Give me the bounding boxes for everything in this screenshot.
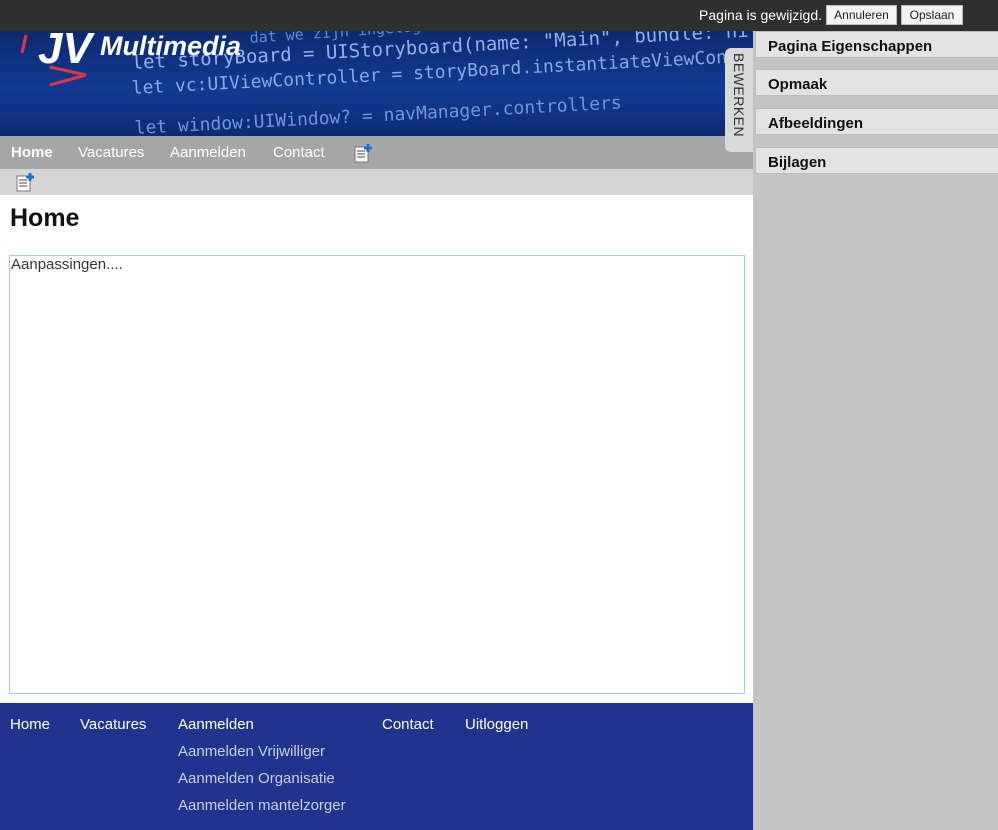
- cancel-button[interactable]: Annuleren: [826, 5, 897, 25]
- content-editor[interactable]: Aanpassingen....: [9, 255, 745, 694]
- nav-item-aanmelden[interactable]: Aanmelden: [170, 144, 246, 161]
- page-status-text: Pagina is gewijzigd.: [699, 7, 822, 23]
- banner-code-line: let window:UIWindow? = navManager.contro…: [134, 92, 622, 136]
- footer-sublink-mantelzorger[interactable]: Aanmelden mantelzorger: [178, 797, 346, 814]
- admin-topbar: Pagina is gewijzigd. Annuleren Opslaan: [0, 0, 998, 31]
- footer-link-contact[interactable]: Contact: [382, 716, 434, 733]
- sub-toolbar: [0, 169, 753, 195]
- footer-sublink-organisatie[interactable]: Aanmelden Organisatie: [178, 770, 335, 787]
- nav-item-vacatures[interactable]: Vacatures: [78, 144, 144, 161]
- footer-link-home[interactable]: Home: [10, 716, 50, 733]
- accordion-opmaak[interactable]: Opmaak: [755, 69, 998, 96]
- bewerken-tab-label: BEWERKEN: [731, 53, 747, 138]
- footer-link-aanmelden[interactable]: Aanmelden: [178, 716, 254, 733]
- logo-accent-mark: [20, 34, 28, 54]
- accordion-bijlagen[interactable]: Bijlagen: [755, 147, 998, 174]
- site-footer: Home Vacatures Aanmelden Contact Uitlogg…: [0, 703, 753, 830]
- logo-wordmark: Multimedia: [100, 31, 242, 61]
- page-add-icon[interactable]: [354, 143, 374, 163]
- main-nav: Home Vacatures Aanmelden Contact: [0, 136, 753, 169]
- bewerken-toggle-tab[interactable]: BEWERKEN: [725, 48, 753, 152]
- nav-item-contact[interactable]: Contact: [273, 144, 325, 161]
- footer-sublink-vrijwilliger[interactable]: Aanmelden Vrijwilliger: [178, 743, 325, 760]
- page-add-icon[interactable]: [16, 172, 36, 192]
- nav-item-home[interactable]: Home: [11, 144, 53, 161]
- edit-side-panel: Pagina Eigenschappen Opmaak Afbeeldingen…: [753, 31, 998, 830]
- page-title: Home: [10, 204, 80, 232]
- logo-monogram: JV: [38, 31, 92, 73]
- accordion-afbeeldingen[interactable]: Afbeeldingen: [755, 108, 998, 135]
- footer-link-vacatures[interactable]: Vacatures: [80, 716, 146, 733]
- accordion-pagina-eigenschappen[interactable]: Pagina Eigenschappen: [755, 31, 998, 58]
- footer-link-uitloggen[interactable]: Uitloggen: [465, 716, 528, 733]
- save-button[interactable]: Opslaan: [901, 5, 963, 25]
- site-banner: dat we zijn ingelogd let storyBoard = UI…: [0, 31, 753, 136]
